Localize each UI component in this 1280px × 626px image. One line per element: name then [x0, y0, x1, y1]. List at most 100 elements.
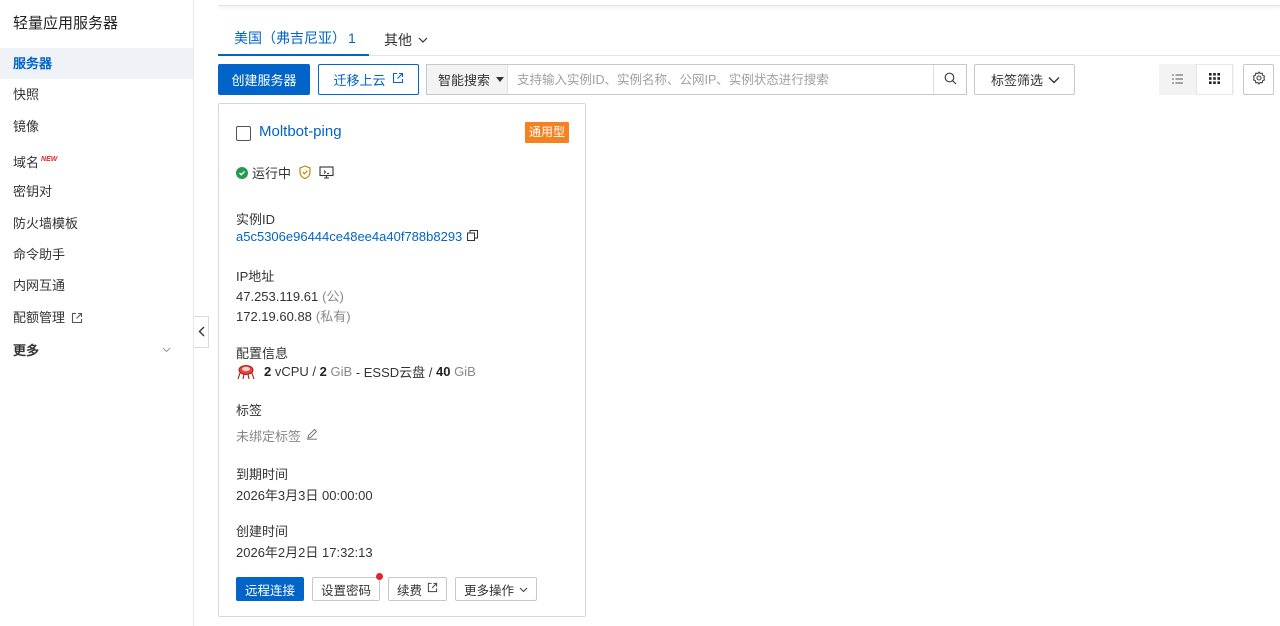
instance-card: Moltbot-ping 通用型 运行中 实例ID a5c5306e96444c…: [218, 103, 586, 617]
renew-button[interactable]: 续费: [388, 577, 448, 601]
sidebar-item-label: 更多: [13, 343, 40, 358]
settings-button[interactable]: [1243, 64, 1274, 95]
disk-unit: GiB: [454, 364, 476, 379]
search-mode-label: 智能搜索: [438, 73, 491, 88]
sidebar-item-label: 防火墙模板: [13, 216, 79, 231]
external-link-icon: [422, 582, 438, 596]
sidebar-item-quota[interactable]: 配额管理: [0, 302, 193, 333]
sidebar-item-snapshots[interactable]: 快照: [0, 79, 193, 110]
sidebar-item-more[interactable]: 更多: [0, 335, 193, 366]
button-label: 设置密码: [321, 583, 372, 598]
more-actions-button[interactable]: 更多操作: [455, 577, 538, 601]
external-link-icon: [386, 72, 404, 87]
instance-id-label: 实例ID: [236, 212, 276, 227]
ip-label: IP地址: [236, 269, 275, 284]
sidebar-item-label: 命令助手: [13, 247, 66, 262]
created-value: 2026年2月2日 17:32:13: [236, 545, 373, 560]
disk-text: - ESSD云盘 /: [355, 365, 433, 380]
tags-value[interactable]: 未绑定标签: [236, 426, 318, 445]
sidebar-item-label: 快照: [13, 87, 40, 102]
public-ip: 47.253.119.61 (公): [236, 286, 344, 305]
view-toggle: [1159, 64, 1234, 95]
sidebar-item-keypairs[interactable]: 密钥对: [0, 176, 193, 207]
vcpu-unit: vCPU /: [274, 364, 317, 379]
instance-checkbox[interactable]: [236, 126, 251, 141]
public-ip-text: 47.253.119.61: [236, 289, 319, 304]
sidebar: 轻量应用服务器 服务器 快照 镜像 域名 NEW 密钥对 防火墙模板 命令助手 内…: [0, 0, 194, 626]
sidebar-item-command-assistant[interactable]: 命令助手: [0, 239, 193, 270]
new-badge: NEW: [41, 156, 58, 163]
tab-count: 1: [348, 30, 356, 46]
chevron-down-icon: [162, 335, 171, 366]
sidebar-item-label: 内网互通: [13, 278, 66, 293]
button-label: 创建服务器: [231, 73, 297, 88]
tab-label: 美国（弗吉尼亚）: [234, 30, 346, 46]
chevron-down-icon: [418, 24, 428, 52]
status-text: 运行中: [252, 166, 292, 181]
set-password-button[interactable]: 设置密码: [312, 573, 384, 601]
search-bar: 智能搜索: [426, 64, 967, 95]
chevron-left-icon: [198, 325, 205, 340]
monitor-icon[interactable]: [319, 166, 334, 179]
tab-region-virginia[interactable]: 美国（弗吉尼亚） 1: [218, 24, 369, 56]
button-label: 更多操作: [464, 583, 515, 598]
private-ip-tag: (私有): [315, 309, 351, 324]
tags-text: 未绑定标签: [236, 429, 302, 444]
private-ip-text: 172.19.60.88: [236, 309, 312, 324]
sidebar-item-domains[interactable]: 域名 NEW: [0, 144, 193, 175]
sidebar-collapse-button[interactable]: [194, 316, 209, 348]
config-label: 配置信息: [236, 346, 289, 361]
status-row: 运行中: [236, 163, 334, 182]
list-view-button[interactable]: [1159, 64, 1196, 95]
mem-count: 2: [319, 364, 327, 379]
created-label: 创建时间: [236, 524, 289, 539]
search-button[interactable]: [933, 65, 966, 94]
grid-icon: [1209, 72, 1220, 87]
sidebar-item-firewall-templates[interactable]: 防火墙模板: [0, 208, 193, 239]
shield-check-icon[interactable]: [298, 165, 312, 180]
cpu-chip-icon: [236, 363, 256, 381]
button-label: 标签筛选: [991, 73, 1044, 88]
instance-type-badge: 通用型: [524, 122, 569, 143]
check-circle-icon: [236, 166, 248, 179]
instance-name-link[interactable]: Moltbot-ping: [259, 123, 342, 140]
caret-down-icon: [496, 77, 505, 82]
button-label: 迁移上云: [333, 73, 386, 88]
instance-id-value[interactable]: a5c5306e96444ce48ee4a40f788b8293: [236, 229, 479, 244]
create-server-button[interactable]: 创建服务器: [218, 64, 310, 95]
sidebar-item-servers[interactable]: 服务器: [0, 48, 193, 79]
remote-connect-button[interactable]: 远程连接: [236, 577, 305, 601]
chevron-down-icon: [1048, 72, 1060, 87]
expire-value: 2026年3月3日 00:00:00: [236, 488, 373, 503]
migrate-to-cloud-button[interactable]: 迁移上云: [318, 64, 419, 95]
top-bar: [218, 0, 1280, 6]
region-tabs: 美国（弗吉尼亚） 1 其他: [218, 24, 1280, 56]
sidebar-item-label: 密钥对: [13, 184, 53, 199]
copy-icon[interactable]: [462, 229, 479, 244]
search-icon: [944, 72, 957, 88]
sidebar-item-label: 配额管理: [13, 310, 66, 325]
button-label: 续费: [397, 583, 423, 598]
tab-label: 其他: [384, 32, 412, 48]
sidebar-item-images[interactable]: 镜像: [0, 111, 193, 142]
sidebar-title: 轻量应用服务器: [13, 15, 119, 32]
grid-view-button[interactable]: [1196, 64, 1233, 95]
vcpu-count: 2: [264, 364, 272, 379]
sidebar-item-intranet[interactable]: 内网互通: [0, 270, 193, 301]
tag-filter-button[interactable]: 标签筛选: [974, 64, 1075, 95]
gear-icon: [1252, 71, 1266, 88]
tab-other-regions[interactable]: 其他: [384, 24, 428, 56]
instance-id-text: a5c5306e96444ce48ee4a40f788b8293: [236, 229, 463, 244]
button-label: 远程连接: [245, 583, 296, 598]
disk-size: 40: [436, 364, 451, 379]
mem-unit: GiB: [330, 364, 353, 379]
tags-label: 标签: [236, 403, 263, 418]
notification-dot: [376, 573, 384, 580]
search-input[interactable]: [508, 65, 933, 94]
search-mode-select[interactable]: 智能搜索: [427, 65, 508, 94]
sidebar-item-label: 服务器: [13, 56, 53, 71]
edit-icon[interactable]: [301, 428, 318, 443]
card-actions: 远程连接 设置密码 续费 更多操作: [236, 573, 545, 601]
sidebar-item-label: 域名: [13, 155, 40, 170]
list-icon: [1171, 72, 1184, 87]
